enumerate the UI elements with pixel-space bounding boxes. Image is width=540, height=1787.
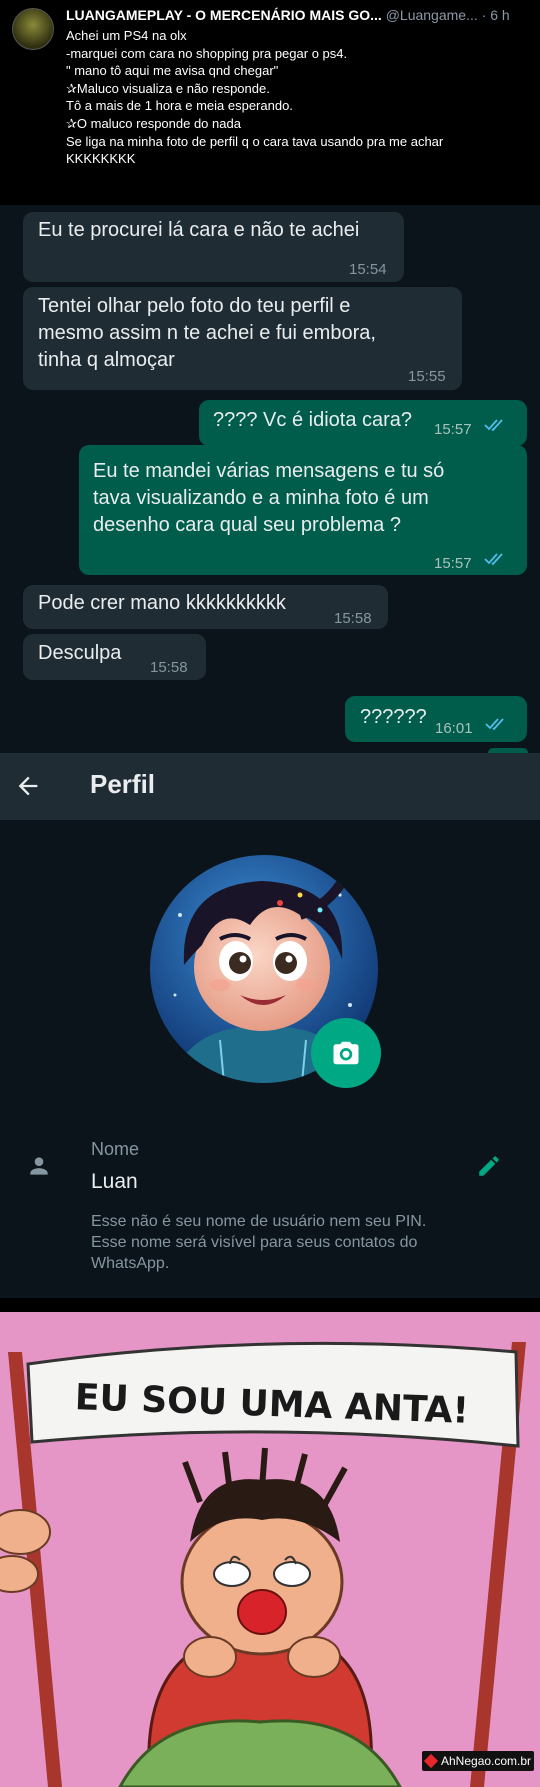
message-time: 15:58 <box>334 610 372 627</box>
message-outgoing[interactable]: ???? Vc é idiota cara? 15:57 <box>199 400 527 446</box>
message-text: ?????? <box>360 706 427 728</box>
message-time: 15:57 <box>434 555 472 572</box>
chat-screenshot: Eu te procurei lá cara e não te achei 15… <box>0 205 540 753</box>
tweet: LUANGAMEPLAY - O MERCENÁRIO MAIS GO... @… <box>0 0 540 205</box>
message-text: tinha q almoçar <box>38 349 175 371</box>
message-text: mesmo assim n te achei e fui embora, <box>38 322 376 344</box>
double-check-icon <box>485 718 504 731</box>
tweet-header: LUANGAMEPLAY - O MERCENÁRIO MAIS GO... @… <box>66 7 510 23</box>
tweet-line: Se liga na minha foto de perfil q o cara… <box>66 133 444 149</box>
tweet-body: Achei um PS4 na olx -marquei com cara no… <box>66 27 443 168</box>
message-incoming[interactable]: Desculpa 15:58 <box>23 634 206 680</box>
message-time: 16:01 <box>435 720 473 737</box>
double-check-icon <box>484 419 503 432</box>
message-time: 15:54 <box>349 261 387 278</box>
tweet-line: -marquei com cara no shopping pra pegar … <box>66 45 348 61</box>
message-text: tava visualizando e a minha foto é um <box>93 487 429 509</box>
tweet-avatar[interactable] <box>12 8 54 50</box>
pencil-icon[interactable] <box>476 1153 502 1179</box>
tweet-line: Tô a mais de 1 hora e meia esperando. <box>66 98 293 114</box>
name-value[interactable]: Luan <box>91 1170 138 1194</box>
message-incoming[interactable]: Eu te procurei lá cara e não te achei 15… <box>23 212 404 282</box>
back-arrow-icon[interactable] <box>14 772 42 800</box>
name-note-line: Esse não é seu nome de usuário nem seu P… <box>91 1213 427 1230</box>
tweet-separator: · <box>481 7 487 23</box>
message-incoming[interactable]: Pode crer mano kkkkkkkkkk 15:58 <box>23 585 388 629</box>
double-check-icon <box>484 553 503 566</box>
message-outgoing[interactable]: ?????? 16:01 <box>345 696 527 742</box>
profile-screen: Perfil Nome Luan Esse não é seu nome de … <box>0 753 540 1298</box>
message-text: desenho cara qual seu problema ? <box>93 514 401 536</box>
name-note-line: Esse nome será visível para seus contato… <box>91 1234 418 1251</box>
message-text: Eu te procurei lá cara e não te achei <box>38 219 360 241</box>
tweet-line: Achei um PS4 na olx <box>66 28 187 43</box>
profile-toolbar: Perfil <box>0 753 540 820</box>
tweet-line: " mano tô aqui me avisa qnd chegar" <box>66 63 279 79</box>
tweet-line: KKKKKKKK <box>66 151 136 167</box>
person-icon <box>30 1157 48 1175</box>
tweet-display-name[interactable]: LUANGAMEPLAY - O MERCENÁRIO MAIS GO... <box>66 7 382 23</box>
name-label: Nome <box>91 1139 140 1159</box>
meme-illustration: EU SOU UMA ANTA! <box>0 1312 540 1787</box>
message-time: 15:55 <box>408 368 446 385</box>
message-text: Eu te mandei várias mensagens e tu só <box>93 460 445 482</box>
message-time: 15:57 <box>434 421 472 438</box>
profile-title: Perfil <box>90 769 156 799</box>
watermark-text: AhNegao.com.br <box>441 1754 532 1768</box>
message-incoming[interactable]: Tentei olhar pelo foto do teu perfil e m… <box>23 287 462 390</box>
message-text: ???? Vc é idiota cara? <box>213 409 413 431</box>
tweet-line: ✰O maluco responde do nada <box>66 115 241 131</box>
tweet-handle[interactable]: @Luangame... <box>386 7 478 23</box>
message-time: 15:58 <box>150 659 188 676</box>
watermark: AhNegao.com.br <box>422 1751 534 1771</box>
message-text: Desculpa <box>38 642 122 664</box>
camera-icon <box>333 1041 359 1065</box>
name-note-line: WhatsApp. <box>91 1255 170 1272</box>
tweet-line: ✰Maluco visualiza e não responde. <box>66 80 270 96</box>
message-outgoing[interactable]: Eu te mandei várias mensagens e tu só ta… <box>79 445 527 575</box>
message-text: Tentei olhar pelo foto do teu perfil e <box>38 295 351 317</box>
message-text: Pode crer mano kkkkkkkkkk <box>38 592 286 614</box>
name-note: Esse não é seu nome de usuário nem seu P… <box>91 1211 426 1274</box>
separator <box>0 1298 540 1312</box>
meme-image: EU SOU UMA ANTA! <box>0 1312 540 1787</box>
tweet-age[interactable]: 6 h <box>490 7 509 23</box>
camera-button[interactable] <box>311 1018 381 1088</box>
watermark-logo-icon <box>423 1753 439 1769</box>
